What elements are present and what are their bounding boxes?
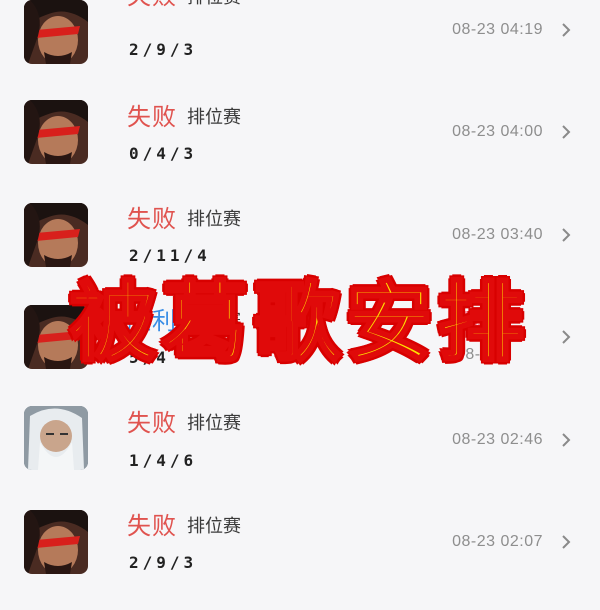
match-mode: 排位赛 (187, 209, 241, 230)
hero-avatar (24, 100, 88, 164)
result-label: 失败 (127, 205, 177, 233)
overlay-caption: 被葛歌安排 (69, 271, 530, 375)
match-time: 08-23 04:19 (452, 21, 543, 38)
hero-avatar (24, 0, 88, 64)
result-label: 失败 (127, 409, 177, 437)
chevron-right-icon[interactable] (560, 124, 572, 140)
hero-avatar (24, 406, 88, 470)
match-mode: 排位赛 (187, 107, 241, 128)
chevron-right-icon[interactable] (560, 22, 572, 38)
kda-score: 1/4/6 (129, 451, 198, 470)
result-label: 失败 (127, 512, 177, 540)
match-row[interactable]: 失败 排位赛 2/9/3 08-23 04:19 (0, 0, 600, 82)
match-time: 08-23 02:46 (452, 431, 543, 448)
result-label: 失败 (127, 0, 177, 10)
match-row[interactable]: 失败 排位赛 2/9/3 08-23 02:07 (0, 510, 600, 610)
kda-score: 2/9/3 (129, 40, 198, 59)
chevron-right-icon[interactable] (560, 432, 572, 448)
kda-score: 2/11/4 (129, 246, 211, 265)
match-row[interactable]: 失败 排位赛 1/4/6 08-23 02:46 (0, 406, 600, 506)
match-mode: 排位赛 (187, 516, 241, 537)
chevron-right-icon[interactable] (560, 227, 572, 243)
result-label: 失败 (127, 103, 177, 131)
match-time: 08-23 03:40 (452, 226, 543, 243)
chevron-right-icon[interactable] (560, 534, 572, 550)
kda-score: 2/9/3 (129, 553, 198, 572)
match-time: 08-23 02:07 (452, 533, 543, 550)
hero-avatar (24, 510, 88, 574)
match-mode: 排位赛 (187, 413, 241, 434)
match-row[interactable]: 失败 排位赛 0/4/3 08-23 04:00 (0, 100, 600, 200)
match-mode: 排位赛 (187, 0, 241, 11)
hero-avatar (24, 203, 88, 267)
kda-score: 0/4/3 (129, 144, 198, 163)
match-time: 08-23 04:00 (452, 123, 543, 140)
